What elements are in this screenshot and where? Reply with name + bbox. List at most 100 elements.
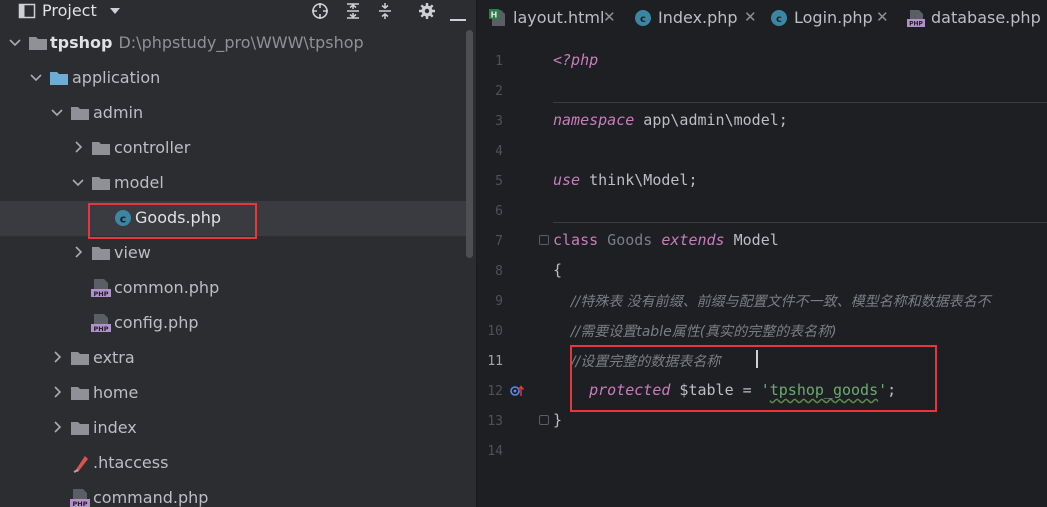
- svg-text:PHP: PHP: [909, 21, 923, 28]
- tab-index-php[interactable]: c Index.php ✕: [634, 0, 764, 36]
- php-class-icon: c: [634, 9, 652, 27]
- code-editor: H layout.html ✕ c Index.php ✕ c Login.ph…: [476, 0, 1047, 507]
- tab-label: Login.php: [794, 8, 873, 27]
- class-name: Goods: [598, 231, 662, 249]
- tab-label: layout.html: [513, 8, 605, 27]
- php-class-icon: c: [770, 9, 788, 27]
- close-icon[interactable]: ✕: [744, 8, 757, 26]
- code-text: {: [553, 261, 563, 279]
- tree-item-label: view: [114, 243, 151, 262]
- folder-icon: [91, 243, 111, 263]
- htaccess-file-icon: [71, 453, 91, 473]
- expand-all-icon[interactable]: [344, 2, 362, 24]
- chevron-right-icon[interactable]: [71, 139, 85, 155]
- svg-text:c: c: [640, 14, 646, 25]
- line-number: 13: [487, 414, 503, 429]
- code-area[interactable]: <?php namespace app\admin\model; use thi…: [553, 36, 1047, 507]
- folder-icon: [91, 173, 111, 193]
- project-title[interactable]: Project: [42, 1, 97, 20]
- project-path: D:\phpstudy_pro\WWW\tpshop: [118, 33, 364, 52]
- tree-item-command-php[interactable]: PHP command.php: [0, 481, 470, 507]
- tab-login-php[interactable]: c Login.php ✕: [770, 0, 900, 36]
- tree-item-extra[interactable]: extra: [0, 341, 470, 376]
- tree-item-controller[interactable]: controller: [0, 131, 470, 166]
- keyword: use: [553, 171, 581, 189]
- tree-item-label: command.php: [93, 488, 209, 507]
- tab-database-php[interactable]: PHP database.php: [907, 0, 1047, 36]
- folder-icon: [70, 103, 90, 123]
- svg-text:PHP: PHP: [73, 500, 88, 507]
- comment: //需要设置table属性(真实的完整的表名称): [553, 324, 837, 340]
- keyword: namespace: [553, 111, 635, 129]
- chevron-down-icon[interactable]: [108, 3, 122, 22]
- tree-item-tpshop[interactable]: tpshop D:\phpstudy_pro\WWW\tpshop: [0, 26, 470, 61]
- folder-icon: [91, 138, 111, 158]
- folder-icon: [28, 33, 48, 53]
- code-text: app\admin\model;: [634, 111, 788, 129]
- folder-icon: [70, 418, 90, 438]
- comment: //特殊表 没有前缀、前缀与配置文件不一致、模型名称和数据表名不: [553, 294, 991, 310]
- code-line: use think\Model;: [553, 171, 1047, 201]
- svg-text:c: c: [776, 14, 782, 25]
- close-icon[interactable]: ✕: [876, 8, 889, 26]
- line-number: 12: [487, 384, 503, 399]
- chevron-down-icon[interactable]: [50, 104, 64, 120]
- tree-item-label: index: [93, 418, 137, 437]
- code-line: namespace app\admin\model;: [553, 111, 1047, 141]
- tree-item-admin[interactable]: admin: [0, 96, 470, 131]
- chevron-down-icon[interactable]: [29, 69, 43, 85]
- gear-icon[interactable]: [418, 2, 436, 24]
- svg-text:PHP: PHP: [94, 290, 109, 298]
- project-scrollbar[interactable]: [466, 30, 473, 258]
- line-number-gutter: 1 2 3 4 5 6 7 8 9 10 11 12 13 14: [477, 36, 539, 507]
- php-open-tag: <?php: [553, 51, 599, 69]
- tree-item-home[interactable]: home: [0, 376, 470, 411]
- tree-item-htaccess[interactable]: .htaccess: [0, 446, 470, 481]
- keyword: extends: [661, 231, 725, 249]
- line-number: 7: [495, 234, 503, 249]
- tree-item-view[interactable]: view: [0, 236, 470, 271]
- tree-item-application[interactable]: application: [0, 61, 470, 96]
- code-line: //特殊表 没有前缀、前缀与配置文件不一致、模型名称和数据表名不: [553, 291, 1047, 321]
- fold-marker-icon[interactable]: [539, 415, 549, 425]
- tree-item-label: controller: [114, 138, 191, 157]
- tree-item-index[interactable]: index: [0, 411, 470, 446]
- tree-item-model[interactable]: model: [0, 166, 470, 201]
- minimize-icon[interactable]: [450, 8, 466, 27]
- annotation-highlight-box: [570, 345, 937, 412]
- code-text: Model: [724, 231, 779, 249]
- override-method-icon[interactable]: [509, 383, 525, 403]
- tab-label: Index.php: [658, 8, 738, 27]
- chevron-right-icon[interactable]: [50, 349, 64, 365]
- project-view-icon[interactable]: [18, 2, 36, 24]
- tree-item-config-php[interactable]: PHP config.php: [0, 306, 470, 341]
- folder-icon: [70, 348, 90, 368]
- php-file-icon: PHP: [70, 488, 90, 507]
- line-number: 14: [487, 444, 503, 459]
- tree-item-label: extra: [93, 348, 135, 367]
- chevron-right-icon[interactable]: [71, 244, 85, 260]
- line-number: 4: [495, 144, 503, 159]
- line-number: 9: [495, 294, 503, 309]
- chevron-right-icon[interactable]: [50, 419, 64, 435]
- annotation-highlight-box: [88, 203, 257, 239]
- chevron-down-icon[interactable]: [8, 34, 22, 50]
- code-text: }: [553, 411, 563, 429]
- tree-item-label: common.php: [114, 278, 220, 297]
- chevron-right-icon[interactable]: [50, 384, 64, 400]
- crosshair-icon[interactable]: [311, 2, 329, 24]
- close-icon[interactable]: ✕: [603, 8, 616, 26]
- fold-marker-icon[interactable]: [539, 235, 549, 245]
- tree-item-label: tpshop: [50, 33, 113, 52]
- tree-item-label: model: [114, 173, 164, 192]
- tree-item-common-php[interactable]: PHP common.php: [0, 271, 470, 306]
- tree-item-label: admin: [93, 103, 144, 122]
- tab-layout-html[interactable]: H layout.html ✕: [489, 0, 629, 36]
- chevron-down-icon[interactable]: [71, 174, 85, 190]
- tree-item-label: .htaccess: [93, 453, 169, 472]
- code-text: think\Model;: [580, 171, 698, 189]
- php-file-icon: PHP: [91, 278, 111, 298]
- line-number: 10: [487, 324, 503, 339]
- tree-item-label: home: [93, 383, 139, 402]
- collapse-all-icon[interactable]: [376, 2, 394, 24]
